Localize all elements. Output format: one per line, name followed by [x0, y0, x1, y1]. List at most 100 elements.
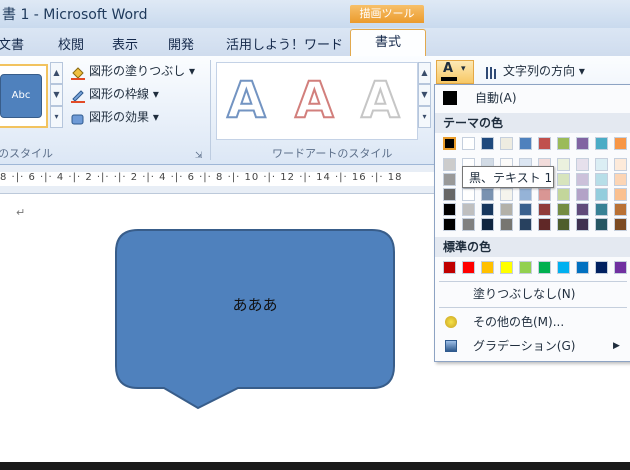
tab-review[interactable]: 校閲	[58, 34, 84, 53]
chevron-down-icon: ▾	[575, 64, 585, 78]
tab-format[interactable]: 書式	[350, 29, 426, 56]
more-colors-item[interactable]: その他の色(M)...	[435, 311, 630, 333]
theme-color-swatch[interactable]	[595, 173, 608, 186]
text-fill-color-button[interactable]: A ▾	[436, 60, 474, 84]
theme-color-swatch[interactable]	[614, 218, 627, 231]
theme-color-swatch[interactable]	[481, 218, 494, 231]
dialog-launcher-icon[interactable]: ⇲	[195, 151, 203, 161]
gradient-item[interactable]: グラデーション(G) ▶	[435, 335, 630, 357]
standard-color-swatch[interactable]	[443, 261, 456, 274]
tab-developer[interactable]: 開発	[168, 34, 194, 53]
theme-color-swatch[interactable]	[576, 203, 589, 216]
automatic-color-item[interactable]: 自動(A)	[435, 87, 630, 109]
theme-color-swatch[interactable]	[576, 188, 589, 201]
theme-color-swatch[interactable]	[481, 188, 494, 201]
theme-color-swatch[interactable]	[595, 203, 608, 216]
theme-color-swatch[interactable]	[557, 218, 570, 231]
theme-color-swatch[interactable]	[500, 218, 513, 231]
gallery-scroll-down-icon[interactable]: ▼	[50, 84, 63, 106]
theme-color-swatch[interactable]	[614, 188, 627, 201]
text-direction-button[interactable]: 文字列の方向 ▾	[484, 60, 585, 82]
standard-color-swatch[interactable]	[519, 261, 532, 274]
theme-color-swatch[interactable]	[557, 137, 570, 150]
theme-color-swatch[interactable]	[614, 173, 627, 186]
shape-style-thumb-label: Abc	[0, 74, 42, 118]
standard-color-swatch[interactable]	[481, 261, 494, 274]
theme-color-swatch[interactable]	[557, 173, 570, 186]
theme-color-swatch[interactable]	[614, 137, 627, 150]
callout-text[interactable]: あああ	[116, 294, 394, 315]
gallery-scroll-up-icon[interactable]: ▲	[50, 62, 63, 84]
wordart-style-outline-blue[interactable]: A	[226, 70, 267, 130]
theme-color-swatch[interactable]	[519, 203, 532, 216]
theme-color-swatch[interactable]	[500, 188, 513, 201]
standard-color-swatch[interactable]	[576, 261, 589, 274]
theme-color-swatch[interactable]	[500, 203, 513, 216]
theme-color-swatch[interactable]	[557, 158, 570, 171]
automatic-color-label: 自動(A)	[475, 91, 517, 105]
theme-color-swatch[interactable]	[519, 137, 532, 150]
standard-color-swatch[interactable]	[500, 261, 513, 274]
theme-color-swatch[interactable]	[576, 137, 589, 150]
shape-outline-label: 図形の枠線	[89, 87, 150, 101]
shape-style-gallery-item[interactable]: Abc	[0, 64, 48, 128]
standard-color-swatch[interactable]	[462, 261, 475, 274]
word-window: 書 1 - Microsoft Word 描画ツール 文書 校閲 表示 開発 活…	[0, 0, 630, 462]
theme-color-swatch[interactable]	[443, 188, 456, 201]
shape-styles-group-label: のスタイル	[0, 147, 53, 160]
theme-color-swatch[interactable]	[557, 188, 570, 201]
wordart-more-icon[interactable]: ▾	[418, 106, 431, 128]
gallery-more-icon[interactable]: ▾	[50, 106, 63, 128]
theme-color-swatch[interactable]	[519, 188, 532, 201]
standard-color-swatch[interactable]	[595, 261, 608, 274]
theme-color-swatch[interactable]	[462, 218, 475, 231]
theme-color-swatch[interactable]	[443, 137, 456, 150]
menu-divider	[439, 307, 627, 308]
standard-color-swatch[interactable]	[538, 261, 551, 274]
shape-outline-button[interactable]: 図形の枠線 ▾	[70, 83, 159, 105]
theme-color-swatch[interactable]	[576, 158, 589, 171]
standard-color-swatch[interactable]	[557, 261, 570, 274]
chevron-down-icon: ▾	[149, 110, 159, 124]
theme-color-swatch[interactable]	[481, 137, 494, 150]
theme-color-swatch[interactable]	[443, 173, 456, 186]
theme-color-swatch[interactable]	[462, 203, 475, 216]
tab-word-tips[interactable]: 活用しよう！ワード	[226, 34, 343, 53]
theme-color-swatch[interactable]	[557, 203, 570, 216]
theme-color-swatch[interactable]	[443, 218, 456, 231]
theme-color-swatch[interactable]	[614, 158, 627, 171]
wordart-style-outline-red[interactable]: A	[294, 70, 335, 130]
theme-color-swatch[interactable]	[576, 173, 589, 186]
theme-color-swatch[interactable]	[538, 218, 551, 231]
theme-color-swatch[interactable]	[595, 218, 608, 231]
tab-document[interactable]: 文書	[0, 34, 24, 53]
theme-color-swatch[interactable]	[462, 188, 475, 201]
theme-color-swatch[interactable]	[443, 158, 456, 171]
standard-color-swatch[interactable]	[614, 261, 627, 274]
wordart-scroll-down-icon[interactable]: ▼	[418, 84, 431, 106]
theme-color-swatch[interactable]	[538, 188, 551, 201]
wordart-style-outline-gray[interactable]: A	[360, 70, 401, 130]
theme-color-swatch[interactable]	[614, 203, 627, 216]
wordart-scroll-up-icon[interactable]: ▲	[418, 62, 431, 84]
theme-color-swatch[interactable]	[576, 218, 589, 231]
paint-bucket-icon	[70, 65, 86, 80]
theme-color-swatch[interactable]	[595, 188, 608, 201]
theme-color-swatch[interactable]	[538, 203, 551, 216]
theme-color-swatch[interactable]	[443, 203, 456, 216]
theme-color-swatch[interactable]	[519, 218, 532, 231]
tab-view[interactable]: 表示	[112, 34, 138, 53]
no-fill-item[interactable]: 塗りつぶしなし(N)	[435, 283, 630, 305]
theme-color-swatch[interactable]	[595, 158, 608, 171]
automatic-color-swatch	[443, 91, 457, 105]
shape-effects-button[interactable]: 図形の効果 ▾	[70, 106, 159, 128]
theme-color-swatch[interactable]	[500, 137, 513, 150]
theme-color-swatch[interactable]	[538, 137, 551, 150]
theme-color-swatch[interactable]	[462, 137, 475, 150]
palette-icon	[445, 316, 457, 328]
theme-color-swatch[interactable]	[595, 137, 608, 150]
theme-color-swatch[interactable]	[481, 203, 494, 216]
wordart-style-gallery[interactable]: A A A	[216, 62, 418, 140]
window-title: 書 1 - Microsoft Word	[2, 7, 148, 23]
shape-fill-button[interactable]: 図形の塗りつぶし ▾	[70, 60, 195, 82]
